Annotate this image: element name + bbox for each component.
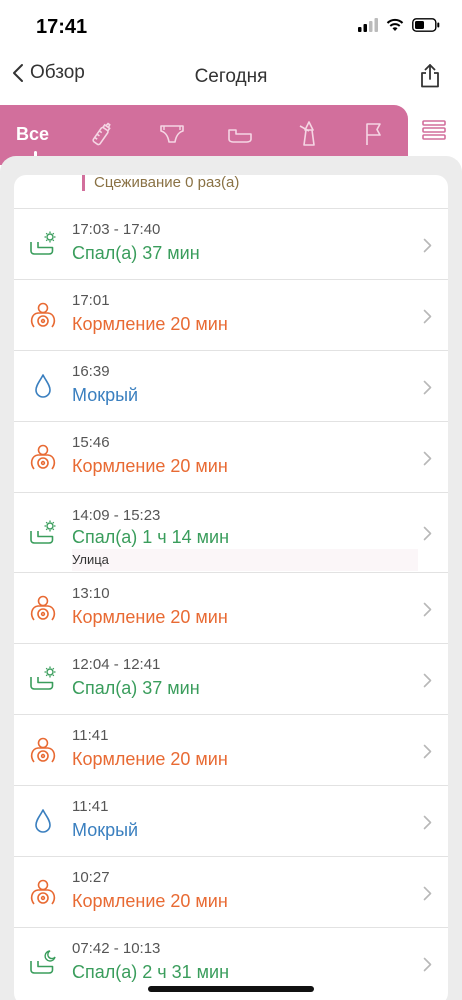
tab-milestone[interactable] [358, 119, 390, 149]
status-icons [358, 18, 440, 32]
chevron-right-icon [423, 602, 432, 616]
feeding-icon [28, 593, 58, 623]
list-item[interactable]: 11:41 Кормление 20 мин [14, 714, 448, 785]
entry-time: 07:42 - 10:13 [72, 940, 161, 957]
entry-time: 14:09 - 15:23 [72, 507, 161, 524]
summary-text: Сцеживание 0 раз(а) [94, 175, 240, 191]
chevron-right-icon [423, 309, 432, 323]
entry-title: Спал(а) 1 ч 14 мин [72, 527, 230, 547]
sleep-icon [28, 518, 58, 548]
status-time: 17:41 [36, 16, 88, 38]
entry-title: Кормление 20 мин [72, 314, 228, 334]
list-item[interactable]: 17:01 Кормление 20 мин [14, 279, 448, 350]
sleep-icon [28, 229, 58, 259]
entry-title: Спал(а) 2 ч 31 мин [72, 962, 230, 982]
chevron-right-icon [423, 815, 432, 829]
menu-button[interactable] [422, 120, 446, 145]
tab-pump[interactable] [292, 119, 324, 149]
entry-time: 13:10 [72, 585, 110, 602]
entry-time: 15:46 [72, 434, 110, 451]
tab-all-label: Все [16, 123, 50, 144]
chevron-right-icon [423, 380, 432, 394]
tab-diaper[interactable] [156, 119, 188, 149]
entry-time: 12:04 - 12:41 [72, 656, 161, 673]
share-button[interactable] [420, 64, 440, 93]
entry-time: 11:41 [72, 798, 109, 815]
page-title: Сегодня [194, 66, 268, 87]
feeding-icon [28, 300, 58, 330]
entry-title: Кормление 20 мин [72, 891, 228, 911]
signal-icon [358, 18, 378, 32]
home-indicator[interactable] [148, 986, 314, 992]
chevron-right-icon [423, 886, 432, 900]
entry-time: 17:01 [72, 292, 110, 309]
tab-bottle[interactable] [86, 119, 118, 149]
entry-title: Мокрый [72, 820, 139, 840]
wifi-icon [386, 18, 404, 31]
chevron-right-icon [423, 744, 432, 758]
list-item[interactable]: 10:27 Кормление 20 мин [14, 856, 448, 927]
entry-time: 10:27 [72, 869, 110, 886]
entry-note: Улица [72, 552, 109, 567]
battery-icon [412, 18, 440, 32]
entry-title: Спал(а) 37 мин [72, 243, 200, 263]
drop-icon [28, 806, 58, 836]
flag-icon [366, 123, 381, 145]
entry-time: 16:39 [72, 363, 110, 380]
chevron-right-icon [423, 526, 432, 541]
chevron-right-icon [423, 957, 432, 971]
list-menu-icon [422, 120, 446, 140]
chevron-right-icon [423, 238, 432, 252]
nav-bar: Обзор Сегодня [0, 56, 462, 100]
sleep-icon [28, 664, 58, 694]
chevron-right-icon [423, 451, 432, 465]
entry-title: Кормление 20 мин [72, 456, 228, 476]
list-item[interactable]: 17:03 - 17:40 Спал(а) 37 мин [14, 208, 448, 279]
entry-time: 17:03 - 17:40 [72, 221, 161, 238]
status-bar: 17:41 [0, 0, 462, 54]
entry-title: Спал(а) 37 мин [72, 678, 200, 698]
list-item[interactable]: 15:46 Кормление 20 мин [14, 421, 448, 492]
tab-sleep[interactable] [224, 119, 256, 149]
entries-card: Сцеживание 0 раз(а) 17:03 - 17:40 Спал(а)… [14, 175, 448, 1000]
pumping-summary: Сцеживание 0 раз(а) [14, 175, 448, 209]
entry-title: Кормление 20 мин [72, 607, 228, 627]
feeding-icon [28, 442, 58, 472]
list-item[interactable]: 13:10 Кормление 20 мин [14, 572, 448, 643]
feeding-icon [28, 877, 58, 907]
entry-time: 11:41 [72, 727, 109, 744]
tab-all[interactable]: Все [16, 119, 49, 149]
crib-icon [228, 129, 252, 143]
list-item[interactable]: 11:41 Мокрый [14, 785, 448, 856]
drop-icon [28, 371, 58, 401]
diaper-icon [160, 125, 184, 143]
note-background [72, 549, 418, 571]
list-item[interactable]: 16:39 Мокрый [14, 350, 448, 421]
breast-pump-icon [299, 121, 315, 146]
chevron-right-icon [423, 673, 432, 687]
share-icon [421, 64, 439, 88]
bottle-icon [92, 122, 111, 146]
list-item[interactable]: 12:04 - 12:41 Спал(а) 37 мин [14, 643, 448, 714]
feeding-icon [28, 735, 58, 765]
summary-marker [82, 175, 85, 191]
entry-title: Кормление 20 мин [72, 749, 228, 769]
entry-title: Мокрый [72, 385, 139, 405]
night-sleep-icon [28, 948, 58, 978]
list-item[interactable]: 14:09 - 15:23 Спал(а) 1 ч 14 мин Улица [14, 492, 448, 572]
